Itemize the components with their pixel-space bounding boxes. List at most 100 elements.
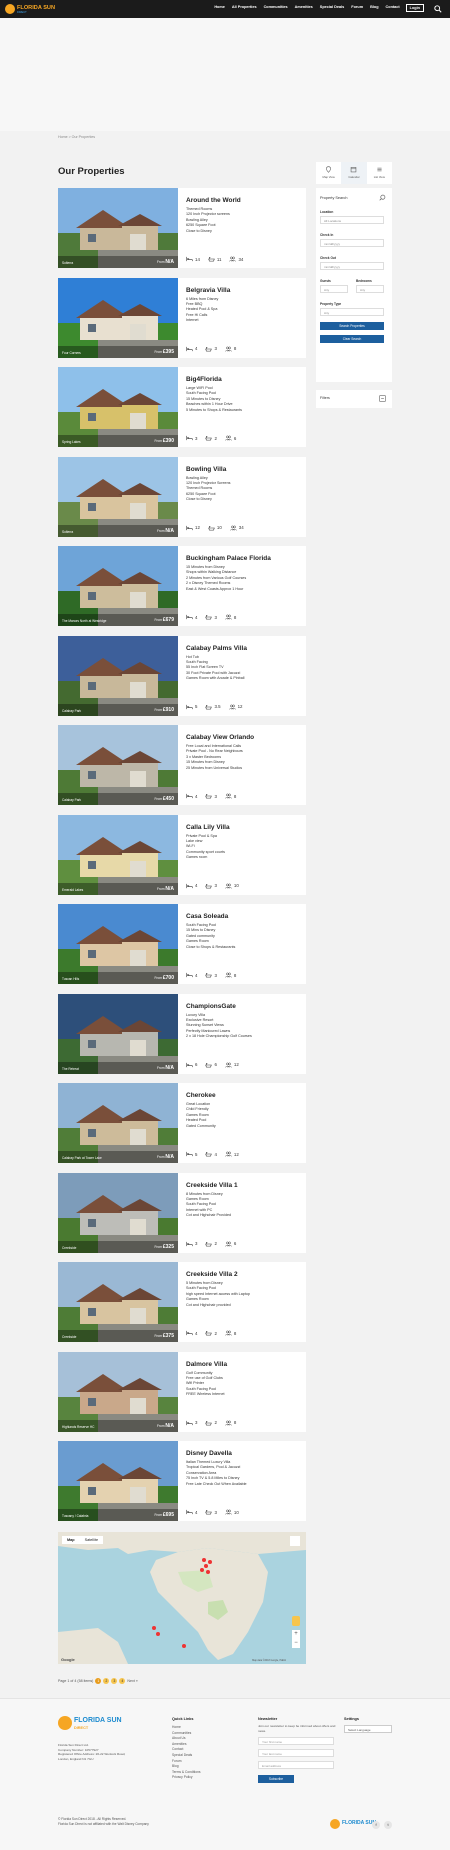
page-4[interactable]: 4 [119, 1678, 126, 1684]
property-card[interactable]: Solterra From N/A Bowling Villa Bowling All… [58, 456, 306, 537]
nav-all-properties[interactable]: All Properties [231, 4, 258, 12]
twitter-icon[interactable]: t [384, 1821, 392, 1829]
property-card[interactable]: Highlands Reserve HC From N/A Dalmore Vill… [58, 1351, 306, 1432]
page-2[interactable]: 2 [103, 1678, 110, 1684]
property-type-select[interactable]: Any [320, 308, 384, 316]
property-title[interactable]: Calla Lily Villa [186, 824, 230, 831]
property-card[interactable]: Calabay Park at Tower Lake From N/A Cherok… [58, 1083, 306, 1163]
search-icon[interactable] [434, 5, 442, 13]
property-card[interactable]: The Manors North at Westridge From £679 Bu… [58, 546, 306, 626]
property-photo[interactable]: Tuscany / Calabria From £695 [58, 1441, 178, 1521]
map-marker[interactable] [156, 1632, 160, 1636]
checkout-input[interactable]: mm/dd/yyyy [320, 262, 384, 270]
tab-map-view[interactable]: Map View [316, 162, 341, 184]
property-photo[interactable]: The Manors North at Westridge From £679 [58, 546, 178, 626]
property-photo[interactable]: Emerald Lakes From N/A [58, 814, 178, 895]
map-marker[interactable] [182, 1644, 186, 1648]
facebook-icon[interactable]: f [372, 1821, 380, 1829]
property-title[interactable]: Casa Soleada [186, 913, 228, 920]
login-button[interactable]: Login [405, 4, 424, 12]
nav-forum[interactable]: Forum [350, 4, 364, 12]
search-properties-button[interactable]: Search Properties [320, 322, 384, 330]
property-card[interactable]: Emerald Lakes From N/A Calla Lily Villa Pri… [58, 814, 306, 895]
guests-select[interactable]: Any [320, 285, 348, 293]
nav-special-deals[interactable]: Special Deals [319, 4, 345, 12]
property-title[interactable]: Belgravia Villa [186, 287, 230, 294]
page-3[interactable]: 3 [111, 1678, 118, 1684]
breadcrumb[interactable]: Home > Our Properties [58, 135, 95, 139]
bedrooms-select[interactable]: Any [356, 285, 384, 293]
property-title[interactable]: Big4Florida [186, 376, 222, 383]
property-card[interactable]: Tuscany / Calabria From £695 Disney Davell… [58, 1441, 306, 1521]
site-logo[interactable]: FLORIDA SUN DIRECT [5, 3, 60, 15]
property-title[interactable]: ChampionsGate [186, 1003, 236, 1010]
property-card[interactable]: Solterra From N/A Around the World Themed R… [58, 188, 306, 268]
checkin-input[interactable]: mm/dd/yyyy [320, 239, 384, 247]
footer: FLORIDA SUN DIRECT Florida Sun Direct Lt… [0, 1698, 450, 1850]
map-tab[interactable]: Map [62, 1536, 80, 1544]
property-title[interactable]: Creekside Villa 2 [186, 1271, 238, 1278]
page-1[interactable]: 1 [95, 1678, 102, 1684]
map-marker[interactable] [202, 1558, 206, 1562]
property-title[interactable]: Calabay View Orlando [186, 734, 254, 741]
property-photo[interactable]: Four Corners From £395 [58, 277, 178, 358]
satellite-tab[interactable]: Satellite [80, 1536, 104, 1544]
clear-search-button[interactable]: Clear Search [320, 335, 384, 343]
footer-link[interactable]: Privacy Policy [172, 1775, 201, 1781]
property-photo[interactable]: Highlands Reserve HC From N/A [58, 1351, 178, 1432]
property-card[interactable]: Tuscan Hills From £700 Casa Soleada South F… [58, 904, 306, 984]
footer-logo[interactable]: FLORIDA SUN DIRECT [58, 1715, 122, 1733]
property-photo[interactable]: Calabay Park From £450 [58, 725, 178, 805]
property-photo[interactable]: Creekside From £325 [58, 1172, 178, 1253]
property-photo[interactable]: Tuscan Hills From £700 [58, 904, 178, 984]
property-card[interactable]: Creekside From £375 Creekside Villa 2 5 Min… [58, 1262, 306, 1342]
map-marker[interactable] [152, 1626, 156, 1630]
property-card[interactable]: Spring Lakes From £390 Big4Florida Large WI… [58, 367, 306, 447]
subscribe-button[interactable]: Subscribe [258, 1775, 294, 1783]
property-photo[interactable]: Calabay Park at Tower Lake From N/A [58, 1083, 178, 1163]
nav-amenities[interactable]: Amenities [294, 4, 314, 12]
property-card[interactable]: Creekside From £325 Creekside Villa 1 8 Min… [58, 1172, 306, 1253]
property-card[interactable]: Four Corners From £395 Belgravia Villa 6 Mi… [58, 277, 306, 358]
property-photo[interactable]: Calabay Park From £910 [58, 635, 178, 716]
property-title[interactable]: Around the World [186, 197, 241, 204]
street-view-icon[interactable] [292, 1616, 300, 1626]
map-marker[interactable] [204, 1564, 208, 1568]
location-select[interactable]: All Locations [320, 216, 384, 224]
property-photo[interactable]: Solterra From N/A [58, 456, 178, 537]
map-marker[interactable] [206, 1570, 210, 1574]
nav-contact[interactable]: Contact [385, 4, 401, 12]
property-title[interactable]: Calabay Palms Villa [186, 645, 247, 652]
nav-home[interactable]: Home [213, 4, 226, 12]
email-input[interactable]: Email address [258, 1761, 334, 1769]
map-marker[interactable] [200, 1568, 204, 1572]
property-card[interactable]: Calabay Park From £910 Calabay Palms Villa… [58, 635, 306, 716]
nav-blog[interactable]: Blog [369, 4, 379, 12]
footer-bottom-logo[interactable]: FLORIDA SUN [330, 1819, 376, 1831]
pagination: Page 1 of 4 (58 items) 1 2 3 4 Next » [58, 1678, 138, 1684]
last-name-input[interactable]: Your last name [258, 1749, 334, 1757]
language-select[interactable]: Select Language [344, 1725, 392, 1733]
property-card[interactable]: Calabay Park From £450 Calabay View Orland… [58, 725, 306, 805]
map-marker[interactable] [208, 1560, 212, 1564]
property-title[interactable]: Disney Davella [186, 1450, 232, 1457]
tab-list-view[interactable]: List View [367, 162, 392, 184]
property-photo[interactable]: The Retreat From N/A [58, 993, 178, 1074]
properties-map[interactable]: Map Satellite + − Google Map data ©2018 G… [58, 1532, 306, 1664]
property-card[interactable]: The Retreat From N/A ChampionsGate Luxury V… [58, 993, 306, 1074]
zoom-controls[interactable]: + − [292, 1630, 300, 1648]
property-title[interactable]: Cherokee [186, 1092, 216, 1099]
tab-calendar[interactable]: Calendar [341, 162, 367, 184]
first-name-input[interactable]: Your first name [258, 1737, 334, 1745]
nav-communities[interactable]: Communities [263, 4, 289, 12]
property-title[interactable]: Creekside Villa 1 [186, 1182, 238, 1189]
fullscreen-icon[interactable] [290, 1536, 300, 1546]
property-title[interactable]: Dalmore Villa [186, 1361, 227, 1368]
property-photo[interactable]: Creekside From £375 [58, 1262, 178, 1342]
property-title[interactable]: Bowling Villa [186, 466, 226, 473]
next-page-link[interactable]: Next » [127, 1679, 137, 1683]
property-photo[interactable]: Spring Lakes From £390 [58, 367, 178, 447]
filters-panel[interactable]: Filters [316, 390, 392, 408]
property-title[interactable]: Buckingham Palace Florida [186, 555, 271, 562]
property-photo[interactable]: Solterra From N/A [58, 188, 178, 268]
